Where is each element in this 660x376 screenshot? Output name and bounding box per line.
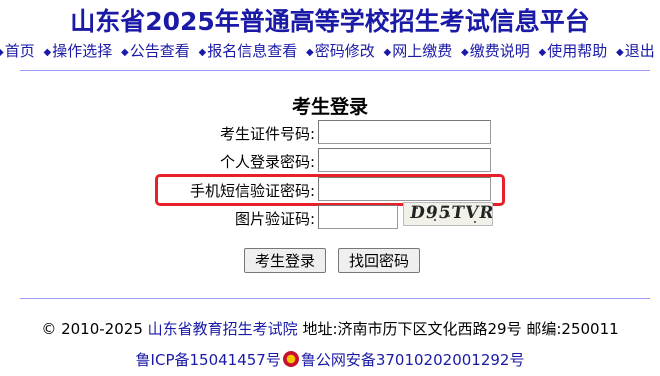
- recover-password-button[interactable]: 找回密码: [338, 248, 421, 273]
- login-button[interactable]: 考生登录: [244, 248, 327, 273]
- form-title: 考生登录: [291, 96, 368, 118]
- captcha-noise: [484, 211, 486, 213]
- top-nav: ◆首页 ◆操作选择 ◆公告查看 ◆报名信息查看 ◆密码修改 ◆网上缴费 ◆缴费说…: [0, 40, 659, 61]
- captcha-label: 图片验证码:: [234, 210, 315, 228]
- password-label: 个人登录密码:: [219, 153, 315, 171]
- nav-item-logout[interactable]: ◆退出: [616, 42, 655, 60]
- captcha-noise: [448, 215, 450, 217]
- nav-item-home[interactable]: ◆首页: [0, 42, 35, 60]
- page-title: 山东省2025年普通高等学校招生考试信息平台: [70, 7, 590, 36]
- diamond-icon: ◆: [461, 47, 469, 58]
- diamond-icon: ◆: [121, 47, 129, 58]
- footer-records: 鲁ICP备15041457号 鲁公网安备37010202001292号: [0, 349, 660, 370]
- nav-item-change-password[interactable]: ◆密码修改: [306, 42, 375, 60]
- diamond-icon: ◆: [616, 47, 624, 58]
- header-divider: [20, 70, 650, 71]
- police-badge-icon: [282, 351, 299, 367]
- captcha-image[interactable]: D95TVR: [403, 202, 493, 226]
- captcha-noise: [434, 219, 436, 221]
- captcha-noise: [416, 207, 418, 209]
- diamond-icon: ◆: [43, 47, 52, 58]
- footer-divider: [20, 298, 650, 299]
- copyright-text: © 2010-2025: [41, 320, 143, 338]
- address-text: 地址:济南市历下区文化西路29号 邮编:250011: [302, 320, 619, 338]
- nav-item-notices[interactable]: ◆公告查看: [121, 42, 190, 60]
- id-number-label: 考生证件号码:: [219, 125, 315, 143]
- police-record-link[interactable]: 鲁公网安备37010202001292号: [301, 351, 525, 369]
- nav-item-payment-help[interactable]: ◆缴费说明: [461, 42, 530, 60]
- org-link[interactable]: 山东省教育招生考试院: [148, 320, 298, 338]
- password-input[interactable]: [318, 148, 491, 172]
- nav-item-online-payment[interactable]: ◆网上缴费: [384, 42, 453, 60]
- footer-info: © 2010-2025 山东省教育招生考试院 地址:济南市历下区文化西路29号 …: [0, 318, 660, 339]
- id-number-input[interactable]: [318, 120, 491, 144]
- diamond-icon: ◆: [306, 47, 314, 58]
- nav-item-registration-info[interactable]: ◆报名信息查看: [199, 42, 298, 60]
- icp-link[interactable]: 鲁ICP备15041457号: [136, 351, 281, 369]
- captcha-input[interactable]: [318, 205, 398, 229]
- captcha-noise: [459, 206, 461, 208]
- nav-item-operation[interactable]: ◆操作选择: [44, 42, 113, 60]
- captcha-noise: [474, 221, 476, 223]
- diamond-icon: ◆: [198, 47, 207, 58]
- diamond-icon: ◆: [383, 47, 392, 58]
- captcha-text: D95TVR: [408, 203, 493, 223]
- nav-item-help[interactable]: ◆使用帮助: [539, 42, 608, 60]
- diamond-icon: ◆: [538, 47, 547, 58]
- diamond-icon: ◆: [0, 47, 4, 58]
